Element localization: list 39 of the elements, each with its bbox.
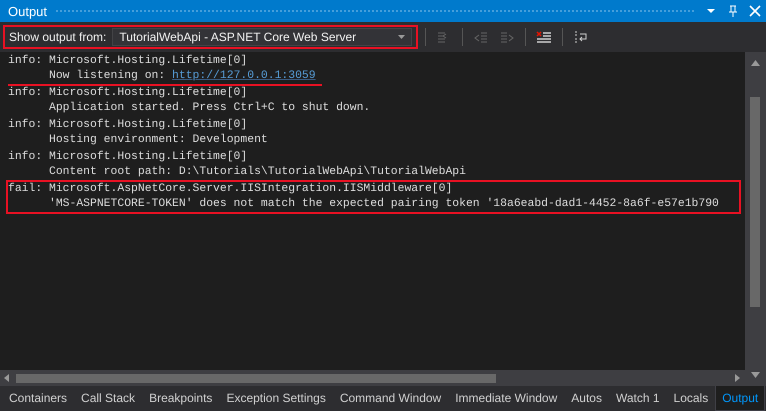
- word-wrap-icon: [573, 30, 590, 44]
- panel-tab[interactable]: Output: [715, 386, 766, 411]
- log-header-line: fail: Microsoft.AspNetCore.Server.IISIntegration.IISMiddleware[0]: [8, 182, 452, 197]
- scroll-left-icon[interactable]: [4, 374, 10, 382]
- log-header-line: info: Microsoft.Hosting.Lifetime[0]: [8, 118, 248, 133]
- log-message-line: Application started. Press Ctrl+C to shut down.: [48, 101, 370, 116]
- log-message-line: 'MS-ASPNETCORE-TOKEN' does not match the expected pairing token '18a6eabd-dad1-4452-8a6f-e57e1b790: [48, 197, 719, 212]
- scrollbar-thumb[interactable]: [750, 97, 760, 307]
- panel-tab[interactable]: Immediate Window: [448, 386, 564, 411]
- log-message-line: Content root path: D:\Tutorials\TutorialWebApi\TutorialWebApi: [48, 165, 466, 180]
- source-dropdown[interactable]: TutorialWebApi - ASP.NET Core Web Server: [112, 28, 412, 46]
- scroll-right-icon[interactable]: [735, 374, 741, 382]
- caret-icon: [398, 35, 406, 39]
- clear-all-icon: [536, 30, 552, 44]
- panel-tab[interactable]: Command Window: [332, 386, 448, 411]
- scroll-down-icon[interactable]: [751, 372, 760, 378]
- log-header-line: info: Microsoft.Hosting.Lifetime[0]: [8, 54, 248, 69]
- previous-icon: [473, 30, 490, 44]
- close-icon[interactable]: [748, 4, 762, 18]
- url-link[interactable]: http://127.0.0.1:3059: [172, 70, 316, 82]
- panel-tab[interactable]: Locals: [666, 386, 716, 411]
- pin-icon[interactable]: [726, 4, 740, 18]
- log-message-line: Hosting environment: Development: [48, 133, 268, 148]
- panel-tab[interactable]: Breakpoints: [142, 386, 220, 411]
- next-icon: [499, 30, 516, 44]
- scroll-up-icon[interactable]: [751, 60, 760, 66]
- vertical-scrollbar[interactable]: [745, 52, 766, 386]
- scrollbar-thumb[interactable]: [16, 374, 496, 382]
- log-header-line: info: Microsoft.Hosting.Lifetime[0]: [8, 86, 248, 101]
- panel-tab[interactable]: Containers: [2, 386, 74, 411]
- horizontal-scrollbar[interactable]: [0, 370, 745, 386]
- window-title: Output: [8, 4, 48, 18]
- log-message-line: Now listening on: http://127.0.0.1:3059: [8, 69, 322, 86]
- log-header-line: info: Microsoft.Hosting.Lifetime[0]: [8, 150, 248, 165]
- source-label: Show output from:: [9, 30, 106, 44]
- panel-tab[interactable]: Autos: [564, 386, 609, 411]
- panel-tab[interactable]: Call Stack: [74, 386, 142, 411]
- panel-tab[interactable]: Exception Settings: [219, 386, 333, 411]
- panel-tab[interactable]: Watch 1: [608, 386, 667, 411]
